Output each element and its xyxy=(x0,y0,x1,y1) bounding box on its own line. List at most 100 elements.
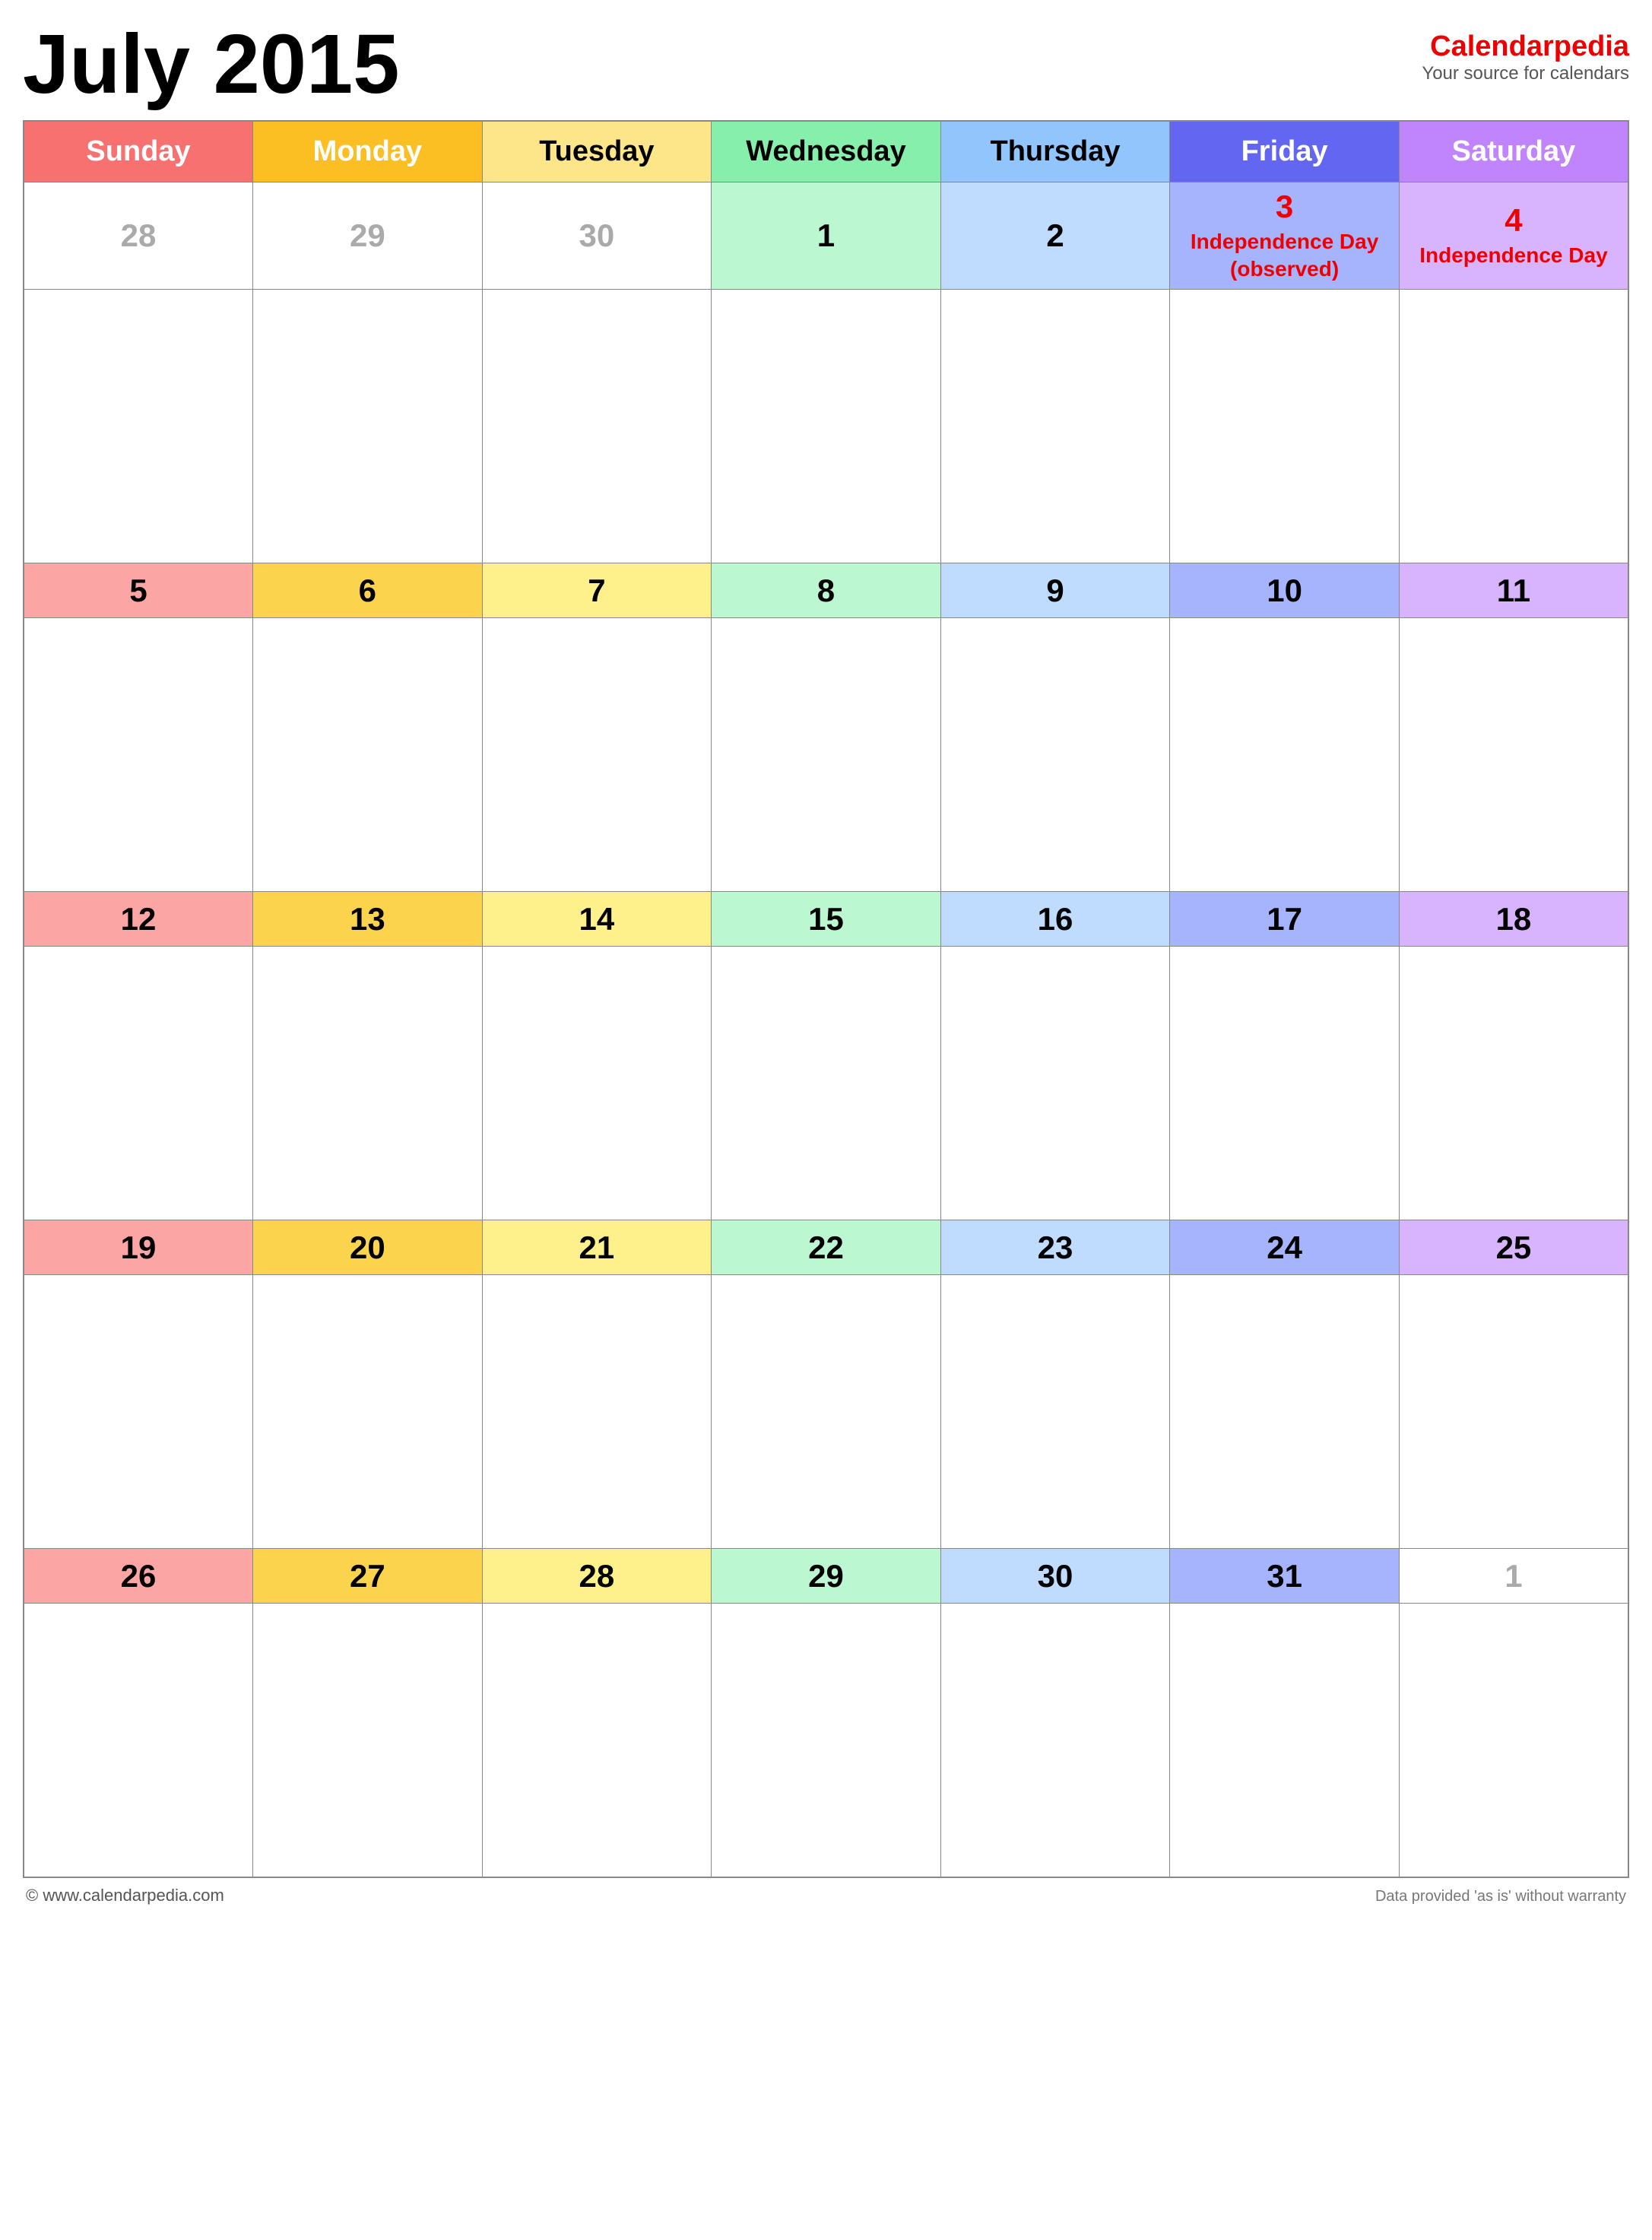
week-1-day-6-date[interactable]: 3Independence Day (observed) xyxy=(1170,182,1400,290)
week-4-day-2-content[interactable] xyxy=(253,1275,483,1549)
week-5-day-3-content[interactable] xyxy=(482,1604,712,1877)
week-2-day-2-content[interactable] xyxy=(253,618,483,892)
week-5-day-5-content[interactable] xyxy=(940,1604,1170,1877)
week-1-day-2-date[interactable]: 29 xyxy=(253,182,483,290)
week-2-day-1-content[interactable] xyxy=(24,618,253,892)
week-4-day-4-content[interactable] xyxy=(712,1275,941,1549)
month-title: July 2015 xyxy=(23,23,399,106)
week-1-day-2-content[interactable] xyxy=(253,290,483,563)
calendar-table: Sunday Monday Tuesday Wednesday Thursday… xyxy=(23,120,1629,1878)
week-5-content-row xyxy=(24,1604,1628,1877)
week-4-day-6-content[interactable] xyxy=(1170,1275,1400,1549)
week-1-day-7-content[interactable] xyxy=(1399,290,1628,563)
week-1-day-3-date[interactable]: 30 xyxy=(482,182,712,290)
calendar-body: 282930123Independence Day (observed)4Ind… xyxy=(24,182,1628,1877)
week-5-day-7-date[interactable]: 1 xyxy=(1399,1549,1628,1604)
week-5-day-2-date[interactable]: 27 xyxy=(253,1549,483,1604)
week-1-day-3-content[interactable] xyxy=(482,290,712,563)
footer-copyright: © www.calendarpedia.com xyxy=(26,1886,224,1905)
week-3-day-5-content[interactable] xyxy=(940,947,1170,1220)
week-4-day-5-content[interactable] xyxy=(940,1275,1170,1549)
day-header-row: Sunday Monday Tuesday Wednesday Thursday… xyxy=(24,121,1628,182)
week-2-day-5-content[interactable] xyxy=(940,618,1170,892)
week-3-day-4-content[interactable] xyxy=(712,947,941,1220)
header-saturday: Saturday xyxy=(1399,121,1628,182)
week-3-day-4-date[interactable]: 15 xyxy=(712,892,941,947)
header-wednesday: Wednesday xyxy=(712,121,941,182)
week-2-day-2-date[interactable]: 6 xyxy=(253,563,483,618)
header: July 2015 Calendarpedia Your source for … xyxy=(23,23,1629,106)
brand-name: Calendarpedia xyxy=(1422,30,1629,63)
brand-tagline: Your source for calendars xyxy=(1422,63,1629,84)
week-3-day-1-content[interactable] xyxy=(24,947,253,1220)
week-2-day-3-content[interactable] xyxy=(482,618,712,892)
week-1-content-row xyxy=(24,290,1628,563)
week-2-day-7-date[interactable]: 11 xyxy=(1399,563,1628,618)
week-2-day-6-date[interactable]: 10 xyxy=(1170,563,1400,618)
week-3-day-6-date[interactable]: 17 xyxy=(1170,892,1400,947)
week-2-day-1-date[interactable]: 5 xyxy=(24,563,253,618)
week-5-day-1-content[interactable] xyxy=(24,1604,253,1877)
week-3-day-7-content[interactable] xyxy=(1399,947,1628,1220)
week-2-day-7-content[interactable] xyxy=(1399,618,1628,892)
week-5-day-3-date[interactable]: 28 xyxy=(482,1549,712,1604)
week-5-day-5-date[interactable]: 30 xyxy=(940,1549,1170,1604)
week-2-day-3-date[interactable]: 7 xyxy=(482,563,712,618)
week-5-day-4-date[interactable]: 29 xyxy=(712,1549,941,1604)
week-3-day-2-date[interactable]: 13 xyxy=(253,892,483,947)
week-1-date-row: 282930123Independence Day (observed)4Ind… xyxy=(24,182,1628,290)
week-4-day-7-content[interactable] xyxy=(1399,1275,1628,1549)
week-4-day-3-content[interactable] xyxy=(482,1275,712,1549)
week-5-day-7-content[interactable] xyxy=(1399,1604,1628,1877)
week-4-day-5-date[interactable]: 23 xyxy=(940,1220,1170,1275)
week-2-day-5-date[interactable]: 9 xyxy=(940,563,1170,618)
week-2-day-4-content[interactable] xyxy=(712,618,941,892)
week-5-day-6-date[interactable]: 31 xyxy=(1170,1549,1400,1604)
footer: © www.calendarpedia.com Data provided 'a… xyxy=(23,1886,1629,1905)
holiday-label-4: Independence Day xyxy=(1406,239,1622,269)
week-2-day-6-content[interactable] xyxy=(1170,618,1400,892)
week-4-day-1-content[interactable] xyxy=(24,1275,253,1549)
week-2-day-4-date[interactable]: 8 xyxy=(712,563,941,618)
week-3-day-3-date[interactable]: 14 xyxy=(482,892,712,947)
week-4-day-6-date[interactable]: 24 xyxy=(1170,1220,1400,1275)
week-4-day-3-date[interactable]: 21 xyxy=(482,1220,712,1275)
header-tuesday: Tuesday xyxy=(482,121,712,182)
week-4-day-2-date[interactable]: 20 xyxy=(253,1220,483,1275)
week-3-day-2-content[interactable] xyxy=(253,947,483,1220)
week-1-day-1-date[interactable]: 28 xyxy=(24,182,253,290)
week-1-day-4-date[interactable]: 1 xyxy=(712,182,941,290)
week-3-content-row xyxy=(24,947,1628,1220)
week-3-day-5-date[interactable]: 16 xyxy=(940,892,1170,947)
week-5-day-4-content[interactable] xyxy=(712,1604,941,1877)
week-4-day-4-date[interactable]: 22 xyxy=(712,1220,941,1275)
week-3-day-1-date[interactable]: 12 xyxy=(24,892,253,947)
week-5-date-row: 2627282930311 xyxy=(24,1549,1628,1604)
week-2-content-row xyxy=(24,618,1628,892)
week-3-day-6-content[interactable] xyxy=(1170,947,1400,1220)
footer-disclaimer: Data provided 'as is' without warranty xyxy=(1375,1888,1626,1905)
week-3-day-7-date[interactable]: 18 xyxy=(1399,892,1628,947)
week-3-day-3-content[interactable] xyxy=(482,947,712,1220)
week-4-day-7-date[interactable]: 25 xyxy=(1399,1220,1628,1275)
calendar-header: Sunday Monday Tuesday Wednesday Thursday… xyxy=(24,121,1628,182)
week-5-day-1-date[interactable]: 26 xyxy=(24,1549,253,1604)
holiday-label-3: Independence Day (observed) xyxy=(1176,225,1393,284)
header-friday: Friday xyxy=(1170,121,1400,182)
brand-name-text: Calendar xyxy=(1430,30,1554,62)
brand: Calendarpedia Your source for calendars xyxy=(1422,23,1629,84)
week-5-day-2-content[interactable] xyxy=(253,1604,483,1877)
week-4-day-1-date[interactable]: 19 xyxy=(24,1220,253,1275)
week-1-day-7-date[interactable]: 4Independence Day xyxy=(1399,182,1628,290)
header-sunday: Sunday xyxy=(24,121,253,182)
week-1-day-5-date[interactable]: 2 xyxy=(940,182,1170,290)
page: July 2015 Calendarpedia Your source for … xyxy=(0,0,1652,2240)
week-1-day-1-content[interactable] xyxy=(24,290,253,563)
week-4-date-row: 19202122232425 xyxy=(24,1220,1628,1275)
week-1-day-6-content[interactable] xyxy=(1170,290,1400,563)
week-5-day-6-content[interactable] xyxy=(1170,1604,1400,1877)
week-1-day-5-content[interactable] xyxy=(940,290,1170,563)
week-2-date-row: 567891011 xyxy=(24,563,1628,618)
week-1-day-4-content[interactable] xyxy=(712,290,941,563)
week-3-date-row: 12131415161718 xyxy=(24,892,1628,947)
